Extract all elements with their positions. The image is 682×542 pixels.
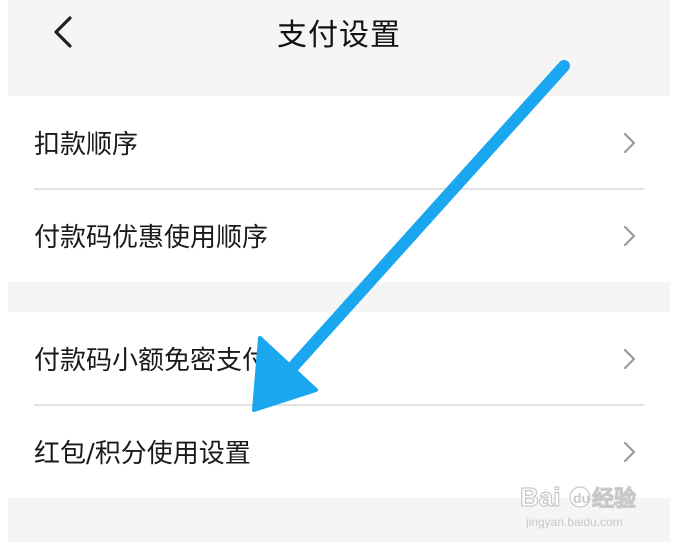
settings-item-deduction-order[interactable]: 扣款顺序	[8, 96, 670, 189]
settings-screen: 支付设置 扣款顺序 付款码优惠使用顺序 付款码小额免密支付 红包/积分使用设置	[8, 0, 670, 542]
settings-item-label: 红包/积分使用设置	[34, 439, 251, 469]
settings-item-red-packet-points-settings[interactable]: 红包/积分使用设置	[8, 405, 670, 498]
settings-item-label: 扣款顺序	[34, 130, 139, 160]
settings-item-small-password-free-payment[interactable]: 付款码小额免密支付	[8, 312, 670, 405]
chevron-right-icon	[623, 132, 636, 154]
settings-item-payment-code-discount-order[interactable]: 付款码优惠使用顺序	[8, 189, 670, 282]
settings-item-label: 付款码小额免密支付	[34, 346, 269, 376]
chevron-right-icon	[623, 225, 636, 247]
settings-group-2: 付款码小额免密支付 红包/积分使用设置	[8, 312, 670, 498]
page-title: 支付设置	[277, 18, 401, 53]
nav-bar: 支付设置	[8, 0, 670, 96]
chevron-right-icon	[623, 441, 636, 463]
chevron-right-icon	[623, 348, 636, 370]
settings-item-label: 付款码优惠使用顺序	[34, 223, 269, 253]
settings-group-1: 扣款顺序 付款码优惠使用顺序	[8, 96, 670, 282]
